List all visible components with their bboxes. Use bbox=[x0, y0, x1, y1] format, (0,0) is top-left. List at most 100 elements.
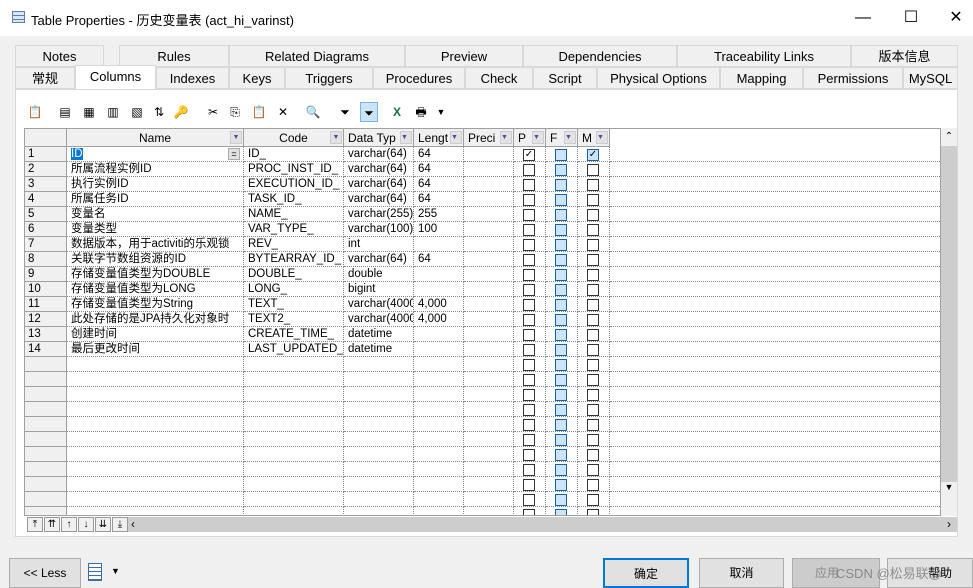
cell-f[interactable] bbox=[546, 342, 578, 357]
table-row[interactable] bbox=[25, 507, 940, 515]
cell-len[interactable] bbox=[414, 282, 464, 297]
cell-name[interactable]: 此处存储的是JPA持久化对象时 bbox=[67, 312, 244, 327]
cell-type[interactable]: varchar(64) bbox=[344, 162, 414, 177]
primary-checkbox[interactable] bbox=[523, 449, 535, 461]
cell-code[interactable] bbox=[244, 402, 344, 417]
cell-f[interactable] bbox=[546, 372, 578, 387]
table-row[interactable] bbox=[25, 372, 940, 387]
cell-len[interactable]: 64 bbox=[414, 177, 464, 192]
table-row[interactable]: 9 存储变量值类型为DOUBLE DOUBLE_ double bbox=[25, 267, 940, 282]
cell-len[interactable] bbox=[414, 237, 464, 252]
cell-name[interactable]: 所属任务ID bbox=[67, 192, 244, 207]
cell-type[interactable]: varchar(255) bbox=[344, 207, 414, 222]
primary-checkbox[interactable] bbox=[523, 509, 535, 515]
foreign-key-checkbox[interactable] bbox=[555, 254, 567, 266]
foreign-key-checkbox[interactable] bbox=[555, 149, 567, 161]
tab-rules[interactable]: Rules bbox=[119, 45, 229, 67]
cell-len[interactable] bbox=[414, 447, 464, 462]
cell-len[interactable]: 64 bbox=[414, 252, 464, 267]
row-number[interactable]: 9 bbox=[25, 267, 67, 282]
cell-f[interactable] bbox=[546, 462, 578, 477]
cell-f[interactable] bbox=[546, 507, 578, 515]
cell-precision[interactable] bbox=[464, 192, 514, 207]
foreign-key-checkbox[interactable] bbox=[555, 224, 567, 236]
cell-type[interactable]: datetime bbox=[344, 327, 414, 342]
cell-p[interactable] bbox=[514, 297, 546, 312]
cell-f[interactable] bbox=[546, 492, 578, 507]
cell-name[interactable]: 变量类型 bbox=[67, 222, 244, 237]
row-number[interactable] bbox=[25, 507, 67, 515]
table-row[interactable] bbox=[25, 402, 940, 417]
ellipsis-button[interactable]: = bbox=[228, 148, 240, 160]
mandatory-checkbox[interactable] bbox=[587, 359, 599, 371]
cell-code[interactable]: REV_ bbox=[244, 237, 344, 252]
cell-f[interactable] bbox=[546, 237, 578, 252]
table-row[interactable] bbox=[25, 492, 940, 507]
row-number[interactable]: 13 bbox=[25, 327, 67, 342]
cell-m[interactable] bbox=[578, 387, 610, 402]
cell-code[interactable] bbox=[244, 357, 344, 372]
cell-f[interactable] bbox=[546, 327, 578, 342]
cell-code[interactable]: TEXT_ bbox=[244, 297, 344, 312]
primary-checkbox[interactable] bbox=[523, 359, 535, 371]
cell-m[interactable] bbox=[578, 267, 610, 282]
foreign-key-checkbox[interactable] bbox=[555, 464, 567, 476]
foreign-key-checkbox[interactable] bbox=[555, 359, 567, 371]
cell-len[interactable] bbox=[414, 327, 464, 342]
cell-f[interactable] bbox=[546, 162, 578, 177]
cell-precision[interactable] bbox=[464, 507, 514, 515]
cell-m[interactable] bbox=[578, 372, 610, 387]
cell-p[interactable] bbox=[514, 402, 546, 417]
nav-button-1[interactable]: ⇈ bbox=[44, 517, 60, 532]
key-icon[interactable]: 🔑 bbox=[172, 102, 190, 122]
nav-button-4[interactable]: ⇊ bbox=[95, 517, 111, 532]
cell-code[interactable]: VAR_TYPE_ bbox=[244, 222, 344, 237]
cell-name[interactable] bbox=[67, 492, 244, 507]
cell-code[interactable] bbox=[244, 492, 344, 507]
mandatory-checkbox[interactable] bbox=[587, 449, 599, 461]
print-dropdown-icon[interactable]: ▼ bbox=[432, 102, 450, 122]
cell-p[interactable] bbox=[514, 492, 546, 507]
primary-checkbox[interactable] bbox=[523, 194, 535, 206]
mandatory-checkbox[interactable] bbox=[587, 164, 599, 176]
cell-name[interactable] bbox=[67, 432, 244, 447]
scroll-up-icon[interactable]: ⌃ bbox=[941, 128, 957, 146]
cell-m[interactable] bbox=[578, 192, 610, 207]
cell-p[interactable] bbox=[514, 282, 546, 297]
cell-p[interactable] bbox=[514, 327, 546, 342]
cell-len[interactable]: 100 bbox=[414, 222, 464, 237]
dropdown-arrow-icon[interactable]: ▼ bbox=[500, 131, 512, 144]
cell-precision[interactable] bbox=[464, 417, 514, 432]
cell-m[interactable] bbox=[578, 237, 610, 252]
column-header-lengt[interactable]: Lengt ▼ bbox=[414, 129, 464, 147]
add-columns-icon[interactable]: ▥ bbox=[104, 102, 122, 122]
mandatory-checkbox[interactable] bbox=[587, 284, 599, 296]
cell-p[interactable] bbox=[514, 417, 546, 432]
document-icon[interactable] bbox=[88, 563, 102, 581]
tab-notes[interactable]: Notes bbox=[15, 45, 104, 67]
cell-precision[interactable] bbox=[464, 402, 514, 417]
primary-checkbox[interactable] bbox=[523, 269, 535, 281]
cell-len[interactable] bbox=[414, 402, 464, 417]
cell-type[interactable]: varchar(4000 bbox=[344, 297, 414, 312]
table-row[interactable]: 4 所属任务ID TASK_ID_ varchar(64) 64 bbox=[25, 192, 940, 207]
row-number[interactable] bbox=[25, 387, 67, 402]
table-row[interactable]: 7 数据版本，用于activiti的乐观锁 REV_ int bbox=[25, 237, 940, 252]
cell-name[interactable] bbox=[67, 447, 244, 462]
mandatory-checkbox[interactable] bbox=[587, 479, 599, 491]
dropdown-arrow-icon[interactable]: ▼ bbox=[400, 131, 412, 144]
primary-checkbox[interactable] bbox=[523, 419, 535, 431]
nav-button-3[interactable]: ↓ bbox=[78, 517, 94, 532]
cell-code[interactable] bbox=[244, 387, 344, 402]
primary-checkbox[interactable] bbox=[523, 284, 535, 296]
cell-f[interactable] bbox=[546, 222, 578, 237]
foreign-key-checkbox[interactable] bbox=[555, 509, 567, 515]
cell-type[interactable]: varchar(64) bbox=[344, 177, 414, 192]
cell-code[interactable] bbox=[244, 507, 344, 515]
cell-m[interactable] bbox=[578, 282, 610, 297]
row-number[interactable]: 4 bbox=[25, 192, 67, 207]
cell-p[interactable] bbox=[514, 342, 546, 357]
foreign-key-checkbox[interactable] bbox=[555, 329, 567, 341]
tab-related-diagrams[interactable]: Related Diagrams bbox=[229, 45, 405, 67]
cell-m[interactable] bbox=[578, 177, 610, 192]
